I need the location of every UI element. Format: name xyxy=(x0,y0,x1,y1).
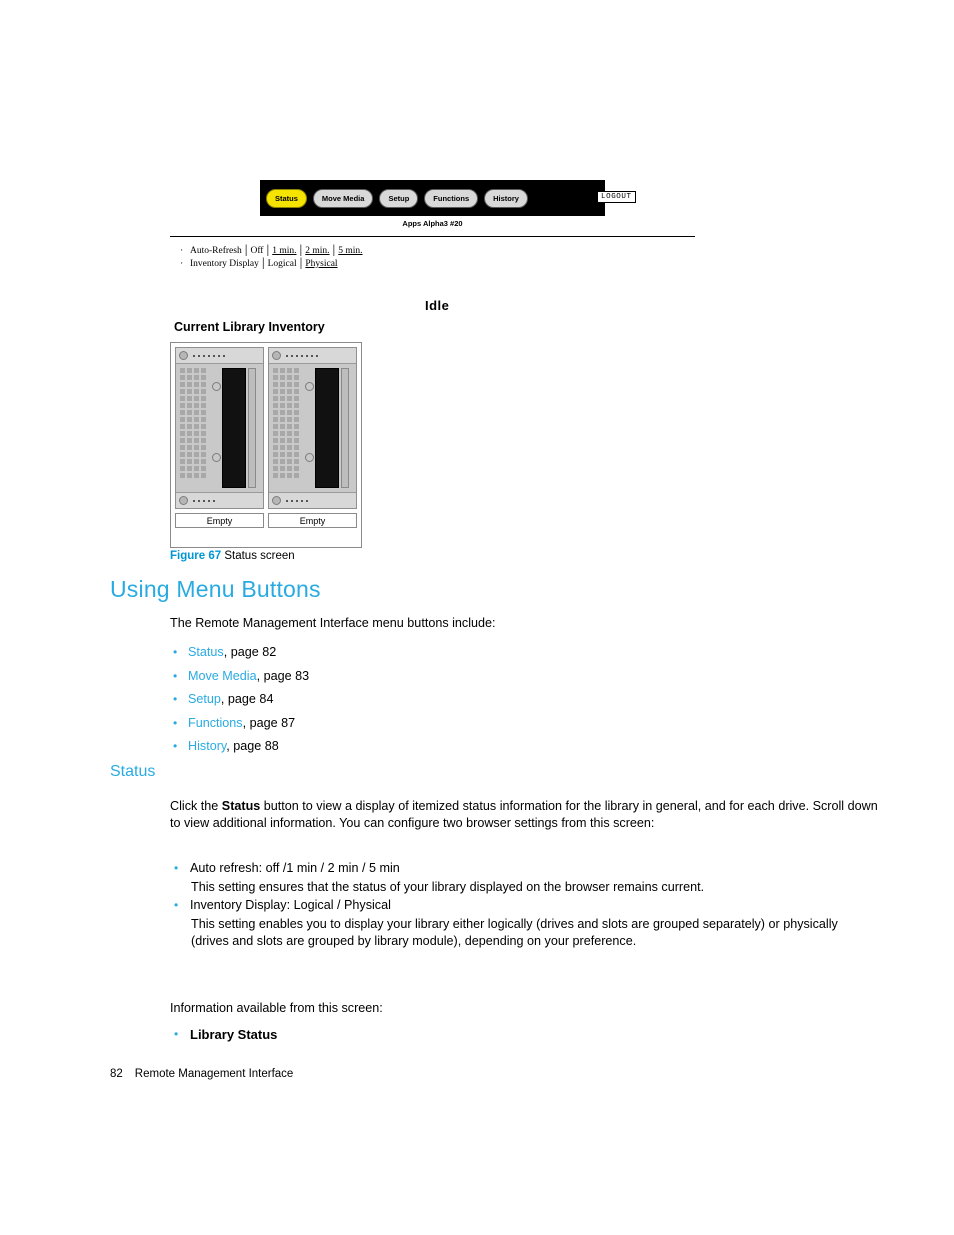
rmi-inventory-panel: Empty Empty xyxy=(170,342,362,548)
library-module-1[interactable] xyxy=(175,347,264,509)
setting-inventory-display-label: Inventory Display: Logical / Physical xyxy=(190,898,391,912)
drive-knob-icon xyxy=(305,453,314,462)
auto-refresh-label: Auto-Refresh xyxy=(190,246,242,256)
setting-auto-refresh-desc: This setting ensures that the status of … xyxy=(191,880,705,894)
drive-knob-icon xyxy=(212,382,221,391)
auto-refresh-1min[interactable]: 1 min. xyxy=(272,246,296,256)
rmi-status-figure: Status Move Media Setup Functions Histor… xyxy=(170,180,730,548)
module-2-drive-side xyxy=(341,368,349,488)
rmi-module-row xyxy=(175,347,357,509)
list-item: Inventory Display: Logical / Physical Th… xyxy=(170,897,840,950)
rmi-menu-bar: Status Move Media Setup Functions Histor… xyxy=(260,180,636,216)
rmi-browser-options: · Auto-Refresh│Off│1 min.│2 min.│5 min. ·… xyxy=(180,245,730,271)
module-2-top-bar xyxy=(269,348,356,364)
intro-paragraph: The Remote Management Interface menu but… xyxy=(170,616,496,630)
auto-refresh-2min[interactable]: 2 min. xyxy=(305,246,329,256)
module-1-drive-bay xyxy=(222,368,246,488)
module-2-interior xyxy=(269,365,356,491)
figure-title: Status screen xyxy=(224,550,295,562)
browser-settings-list: Auto refresh: off /1 min / 2 min / 5 min… xyxy=(170,860,840,951)
rmi-logout-button[interactable]: LOGOUT xyxy=(597,191,636,203)
status-paragraph-pre: Click the xyxy=(170,799,222,813)
footer-page-number: 82 xyxy=(110,1068,123,1080)
inventory-display-physical[interactable]: Physical xyxy=(305,259,337,269)
inventory-display-row: · Inventory Display│Logical│Physical xyxy=(180,259,338,269)
rmi-inventory-title: Current Library Inventory xyxy=(174,320,325,334)
module-1-drive-column[interactable] xyxy=(212,368,260,488)
indicator-circle-icon xyxy=(179,496,188,505)
link-history-page: , page 88 xyxy=(226,739,279,754)
auto-refresh-row: · Auto-Refresh│Off│1 min.│2 min.│5 min. xyxy=(180,246,363,256)
inventory-display-logical[interactable]: Logical xyxy=(268,259,297,269)
link-status[interactable]: Status xyxy=(188,645,224,659)
list-item[interactable]: Functions, page 87 xyxy=(170,712,309,736)
module-1-top-bar xyxy=(176,348,263,364)
module-1-top-dots xyxy=(193,354,225,357)
status-paragraph-post: button to view a display of itemized sta… xyxy=(170,799,878,830)
module-2-bottom-dots xyxy=(286,499,308,502)
page-footer: 82 Remote Management Interface xyxy=(110,1068,293,1080)
menu-button-link-list: Status, page 82 Move Media, page 83 Setu… xyxy=(170,641,309,759)
link-functions[interactable]: Functions xyxy=(188,716,243,730)
inventory-display-label: Inventory Display xyxy=(190,259,259,269)
rmi-menu-button-setup[interactable]: Setup xyxy=(379,188,419,208)
link-status-page: , page 82 xyxy=(223,645,277,659)
module-2-drive-column[interactable] xyxy=(305,368,353,488)
link-move-media-page: , page 83 xyxy=(256,668,310,683)
module-1-slot-grid[interactable] xyxy=(180,368,210,488)
link-setup-page: , page 84 xyxy=(220,692,274,707)
module-1-status: Empty xyxy=(175,513,264,528)
auto-refresh-5min[interactable]: 5 min. xyxy=(338,246,362,256)
indicator-circle-icon xyxy=(179,351,188,360)
list-item[interactable]: Status, page 82 xyxy=(170,641,309,665)
info-available-list: Library Status xyxy=(170,1027,277,1042)
bullet-dot-icon: · xyxy=(180,246,184,256)
module-2-drive-bay xyxy=(315,368,339,488)
indicator-circle-icon xyxy=(272,496,281,505)
setting-auto-refresh-label: Auto refresh: off /1 min / 2 min / 5 min xyxy=(190,861,400,875)
status-paragraph-bold: Status xyxy=(221,799,261,813)
status-paragraph: Click the Status button to view a displa… xyxy=(170,798,885,832)
rmi-module-status-row: Empty Empty xyxy=(175,513,357,528)
drive-knob-icon xyxy=(212,453,221,462)
module-2-status: Empty xyxy=(268,513,357,528)
library-module-2[interactable] xyxy=(268,347,357,509)
setting-inventory-display-desc: This setting enables you to display your… xyxy=(191,917,838,948)
rmi-divider xyxy=(170,236,695,237)
link-setup[interactable]: Setup xyxy=(188,692,221,706)
page-title: Using Menu Buttons xyxy=(110,576,321,602)
list-item: Library Status xyxy=(170,1027,277,1042)
module-2-top-dots xyxy=(286,354,318,357)
rmi-menu-button-move-media[interactable]: Move Media xyxy=(312,188,374,208)
section-heading-status: Status xyxy=(110,763,156,780)
info-available-paragraph: Information available from this screen: xyxy=(170,1001,383,1015)
module-2-slot-grid[interactable] xyxy=(273,368,303,488)
figure-caption: Figure 67 Status screen xyxy=(170,550,295,562)
link-functions-page: , page 87 xyxy=(242,715,296,730)
rmi-menu-button-functions[interactable]: Functions xyxy=(424,188,479,208)
module-1-drive-side xyxy=(248,368,256,488)
figure-number: Figure 67 xyxy=(170,550,222,562)
module-1-interior xyxy=(176,365,263,491)
link-move-media[interactable]: Move Media xyxy=(188,669,257,683)
rmi-apps-label: Apps Alpha3 #20 xyxy=(402,219,463,228)
module-2-bottom-bar xyxy=(269,492,356,508)
list-item: Auto refresh: off /1 min / 2 min / 5 min… xyxy=(170,860,840,896)
indicator-circle-icon xyxy=(272,351,281,360)
link-history[interactable]: History xyxy=(188,739,226,753)
footer-title: Remote Management Interface xyxy=(134,1068,294,1080)
list-item[interactable]: Setup, page 84 xyxy=(170,688,309,712)
rmi-menu-button-status[interactable]: Status xyxy=(266,188,307,208)
list-item[interactable]: Move Media, page 83 xyxy=(170,665,309,689)
drive-knob-icon xyxy=(305,382,314,391)
list-item[interactable]: History, page 88 xyxy=(170,735,309,759)
rmi-menu-button-history[interactable]: History xyxy=(484,188,528,208)
module-1-bottom-bar xyxy=(176,492,263,508)
bullet-dot-icon: · xyxy=(180,259,184,269)
auto-refresh-off[interactable]: Off xyxy=(250,246,263,256)
module-1-bottom-dots xyxy=(193,499,215,502)
rmi-library-state: Idle xyxy=(425,298,450,313)
